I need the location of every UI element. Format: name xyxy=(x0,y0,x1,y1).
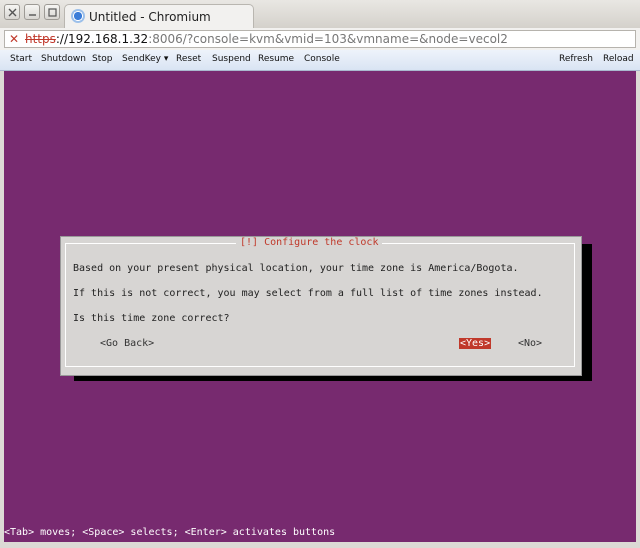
dialog-text-line: If this is not correct, you may select f… xyxy=(73,288,543,299)
url-protocol: https xyxy=(25,32,56,46)
dialog-title: [!] Configure the clock xyxy=(236,237,383,248)
suspend-button[interactable]: Suspend xyxy=(212,54,251,64)
start-button[interactable]: Start xyxy=(10,54,32,64)
close-icon xyxy=(8,8,17,17)
no-button[interactable]: <No> xyxy=(518,338,542,349)
chromium-icon xyxy=(71,9,85,23)
yes-button[interactable]: <Yes> xyxy=(459,338,492,349)
url-path: :8006/?console=kvm&vmid=103&vmname=&node… xyxy=(148,32,508,46)
url-host: ://192.168.1.32 xyxy=(55,32,149,46)
maximize-window-button[interactable] xyxy=(44,4,60,20)
dialog-question: Is this time zone correct? xyxy=(73,313,230,324)
reset-button[interactable]: Reset xyxy=(176,54,201,64)
minimize-window-button[interactable] xyxy=(24,4,40,20)
refresh-button[interactable]: Refresh xyxy=(559,54,593,64)
console-button[interactable]: Console xyxy=(304,54,340,64)
console-toolbar: Start Shutdown Stop SendKey ▾ Reset Susp… xyxy=(0,50,640,71)
sendkey-button[interactable]: SendKey ▾ xyxy=(122,54,168,64)
go-back-button[interactable]: <Go Back> xyxy=(100,338,154,349)
address-bar: ✕ https://192.168.1.32:8006/?console=kvm… xyxy=(0,28,640,51)
shutdown-button[interactable]: Shutdown xyxy=(41,54,86,64)
insecure-icon: ✕ xyxy=(9,32,20,46)
window-titlebar: Untitled - Chromium xyxy=(0,0,640,29)
close-window-button[interactable] xyxy=(4,4,20,20)
resume-button[interactable]: Resume xyxy=(258,54,294,64)
sendkey-label: SendKey xyxy=(122,54,161,64)
console-help-line: <Tab> moves; <Space> selects; <Enter> ac… xyxy=(4,527,336,538)
url-input[interactable]: ✕ https://192.168.1.32:8006/?console=kvm… xyxy=(4,30,636,48)
configure-clock-dialog: [!] Configure the clock Based on your pr… xyxy=(60,236,582,376)
reload-button[interactable]: Reload xyxy=(603,54,634,64)
minimize-icon xyxy=(29,14,36,16)
url-text: https://192.168.1.32:8006/?console=kvm&v… xyxy=(25,32,508,46)
maximize-icon xyxy=(48,8,57,17)
dialog-text-line: Based on your present physical location,… xyxy=(73,263,519,274)
stop-button[interactable]: Stop xyxy=(92,54,112,64)
vm-console-screen[interactable]: [!] Configure the clock Based on your pr… xyxy=(4,71,636,542)
chevron-down-icon: ▾ xyxy=(163,54,169,64)
tab-title: Untitled - Chromium xyxy=(89,10,211,24)
browser-tab[interactable]: Untitled - Chromium xyxy=(64,4,254,28)
